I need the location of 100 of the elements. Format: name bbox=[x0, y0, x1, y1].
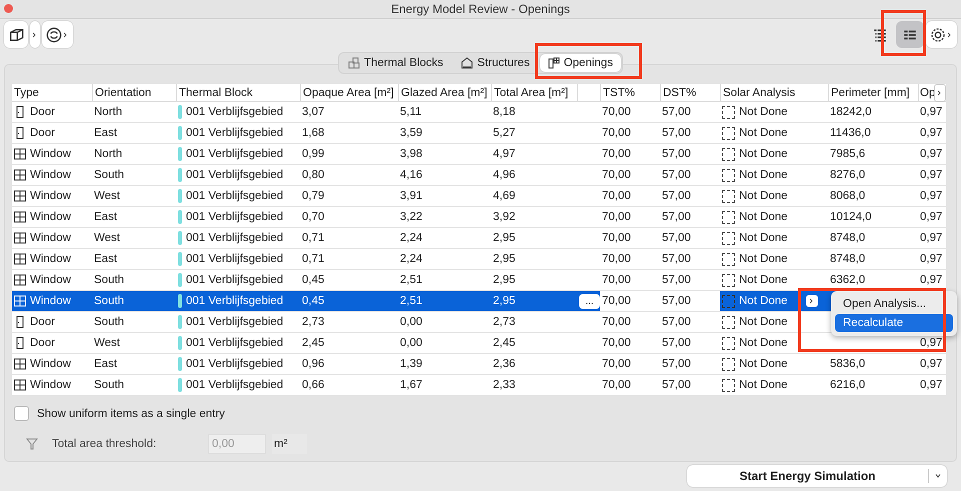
table-cell: 001 Verblijfsgebied bbox=[186, 295, 284, 307]
table-cell-text: 0,45 bbox=[301, 273, 326, 288]
table-cell-text: 70,00 bbox=[601, 273, 632, 288]
unit-label: m² bbox=[272, 434, 308, 454]
table-cell: 001 Verblijfsgebied bbox=[186, 379, 284, 391]
table-row[interactable]: Window East 001 Verblijfsgebied 0,70 3,22 3,92 70,00 57,00 Not Done 10124,0 0,97 bbox=[12, 207, 946, 228]
table-cell-text: 0,96 bbox=[301, 357, 326, 372]
table-cell-text: 2,73 bbox=[301, 315, 326, 330]
table-cell: 0,97 bbox=[920, 379, 942, 391]
table-cell: 0,97 bbox=[920, 148, 942, 160]
table-cell: 11436,0 bbox=[830, 127, 871, 139]
column-header[interactable]: Perimeter [mm] bbox=[831, 86, 910, 98]
start-button[interactable]: Start Energy Simulation bbox=[687, 465, 947, 487]
table-cell-text: West bbox=[93, 189, 121, 204]
table-cell-text: 1,39 bbox=[399, 357, 424, 372]
type-cell: Window bbox=[12, 165, 92, 185]
table-cell: 001 Verblijfsgebied bbox=[186, 169, 284, 181]
table-cell-text: 3,92 bbox=[492, 210, 516, 225]
column-header[interactable]: Total Area [m²] bbox=[494, 86, 568, 98]
table-cell-text: 57,00 bbox=[661, 210, 692, 225]
table-cell-text: 57,00 bbox=[661, 336, 692, 351]
table-cell-text: 2,51 bbox=[399, 273, 424, 288]
input-field[interactable]: 70,00 bbox=[600, 291, 660, 311]
table-cell: Not Done bbox=[739, 211, 788, 223]
type-cell: Window bbox=[12, 249, 92, 269]
table-cell: 0,97 bbox=[920, 211, 942, 223]
table-row[interactable]: Window South 001 Verblijfsgebied 0,80 4,16 4,96 70,00 57,00 Not Done 8276,0 0,97 bbox=[12, 165, 946, 186]
table-cell-text: 57,00 bbox=[661, 147, 692, 162]
tab[interactable]: Openings bbox=[540, 54, 621, 72]
tab[interactable]: Thermal Blocks bbox=[340, 54, 452, 72]
table-cell-text: 70,00 bbox=[601, 210, 632, 225]
table-cell-text: 70,00 bbox=[601, 252, 632, 267]
table-cell: 001 Verblijfsgebied bbox=[186, 274, 284, 286]
table-row[interactable]: Door West 001 Verblijfsgebied 2,45 0,00 2,45 70,00 57,00 Not Done 0,97 bbox=[12, 333, 946, 354]
table-cell-text: 57,00 bbox=[661, 252, 692, 267]
table-cell: Not Done bbox=[739, 337, 788, 349]
table-cell-text: East bbox=[93, 357, 118, 372]
column-header[interactable]: Glazed Area [m²] bbox=[401, 86, 488, 98]
table-row[interactable]: Window West 001 Verblijfsgebied 0,71 2,24 2,95 70,00 57,00 Not Done 8748,0 0,97 bbox=[12, 228, 946, 249]
column-header[interactable]: DST% bbox=[663, 86, 696, 98]
table-cell-text: 0,45 bbox=[301, 294, 326, 309]
edit-button[interactable]: ... bbox=[579, 294, 600, 308]
table-cell-text: 3,91 bbox=[399, 189, 424, 204]
table-cell: 0,97 bbox=[920, 232, 942, 244]
tab[interactable]: Structures bbox=[453, 54, 538, 72]
table-cell-text: 57,00 bbox=[661, 126, 692, 141]
table-cell-text: 2,33 bbox=[492, 378, 516, 393]
column-header[interactable]: Solar Analysis bbox=[723, 86, 796, 98]
table-cell-text: 4,69 bbox=[492, 189, 516, 204]
table-row[interactable]: Window East 001 Verblijfsgebied 0,96 1,39 2,36 70,00 57,00 Not Done 5836,0 0,97 bbox=[12, 354, 946, 375]
table-cell-text: 0,66 bbox=[301, 378, 326, 393]
menu-item[interactable]: Recalculate bbox=[835, 314, 953, 332]
table-cell: 8748,0 bbox=[830, 232, 866, 244]
table-cell-text: 57,00 bbox=[661, 231, 692, 246]
table-cell: Not Done bbox=[739, 379, 788, 391]
table-cell-text: 3,22 bbox=[399, 210, 424, 225]
table-cell-text: 2,95 bbox=[492, 273, 516, 288]
table-row[interactable]: Window West 001 Verblijfsgebied 0,79 3,91 4,69 70,00 57,00 Not Done 8068,0 0,97 bbox=[12, 186, 946, 207]
table-cell-text: 70,00 bbox=[601, 357, 632, 372]
column-header[interactable]: Opaque Area [m²] bbox=[303, 86, 394, 98]
table-cell-text: 70,00 bbox=[601, 231, 632, 246]
type-cell: Window bbox=[12, 207, 92, 227]
table-cell-text: West bbox=[93, 336, 121, 351]
table-cell-text: 3,07 bbox=[301, 105, 326, 120]
table-cell-text: 2,95 bbox=[492, 231, 516, 246]
table-cell: 0,97 bbox=[920, 169, 942, 181]
table-row[interactable]: Door North 001 Verblijfsgebied 3,07 5,11 8,18 70,00 57,00 Not Done 18242,0 0,97 bbox=[12, 102, 946, 123]
type-cell: Window bbox=[12, 354, 92, 374]
column-header[interactable]: TST% bbox=[603, 86, 635, 98]
table-cell-text: 0,99 bbox=[301, 147, 326, 162]
table-cell-text: 57,00 bbox=[661, 273, 692, 288]
table-cell: Not Done bbox=[739, 274, 788, 286]
type-cell: Door bbox=[12, 102, 92, 122]
table-cell-text: 4,16 bbox=[399, 168, 424, 183]
column-header[interactable]: Thermal Block bbox=[179, 86, 252, 98]
table-row[interactable]: Window North 001 Verblijfsgebied 0,99 3,98 4,97 70,00 57,00 Not Done 7985,6 0,97 bbox=[12, 144, 946, 165]
table-row[interactable]: Window East 001 Verblijfsgebied 0,71 2,24 2,95 70,00 57,00 Not Done 8748,0 0,97 bbox=[12, 249, 946, 270]
table-cell-text: 70,00 bbox=[601, 189, 632, 204]
table-cell-text: South bbox=[93, 378, 126, 393]
table-cell: Not Done bbox=[739, 106, 788, 118]
table-row[interactable]: Window South 001 Verblijfsgebied 0,66 1,67 2,33 70,00 57,00 Not Done 6216,0 0,97 bbox=[12, 375, 946, 396]
column-header[interactable]: Orientation bbox=[95, 86, 152, 98]
table-cell: 001 Verblijfsgebied bbox=[186, 211, 284, 223]
table-cell-text: 2,24 bbox=[399, 252, 424, 267]
type-cell: Door bbox=[12, 312, 92, 332]
table-cell: Not Done bbox=[739, 253, 788, 265]
table-cell-text: 57,00 bbox=[661, 105, 692, 120]
table-cell-text: South bbox=[93, 168, 126, 183]
table-cell-text: 70,00 bbox=[601, 315, 632, 330]
table-cell: 001 Verblijfsgebied bbox=[186, 232, 284, 244]
table-cell-text: 3,59 bbox=[399, 126, 424, 141]
table-cell: 6216,0 bbox=[830, 379, 866, 391]
table-cell-text: 8,18 bbox=[492, 105, 516, 120]
checkbox-label: Show uniform items as a single entry bbox=[37, 408, 225, 420]
column-header[interactable]: Type bbox=[14, 86, 39, 98]
table-cell-text: 2,36 bbox=[492, 357, 516, 372]
table-cell: 001 Verblijfsgebied bbox=[186, 148, 284, 160]
input-field[interactable]: 57,00 bbox=[660, 291, 720, 311]
table-row[interactable]: Door East 001 Verblijfsgebied 1,68 3,59 5,27 70,00 57,00 Not Done 11436,0 0,97 bbox=[12, 123, 946, 144]
table-cell-text: 70,00 bbox=[601, 378, 632, 393]
